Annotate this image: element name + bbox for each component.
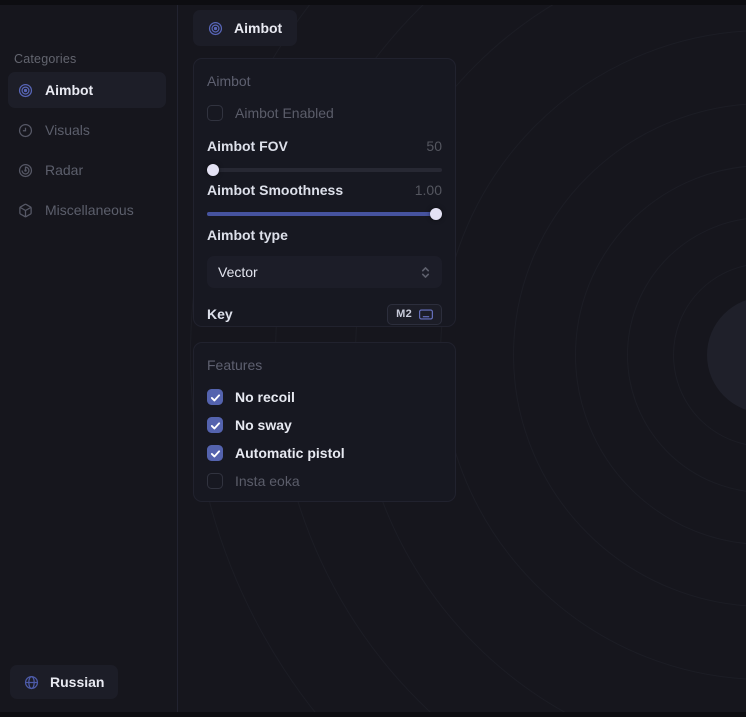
aimbot-smoothness-slider-group: Aimbot Smoothness 1.00 (207, 180, 442, 216)
box-icon (18, 203, 33, 218)
slider-value: 1.00 (415, 182, 442, 198)
smoothness-slider-handle[interactable] (430, 208, 442, 220)
globe-icon (24, 675, 39, 690)
app-window: Categories Aimbot Visuals (0, 0, 746, 717)
tab-label: Aimbot (234, 20, 282, 36)
checkbox-box[interactable] (207, 473, 223, 489)
features-panel: Features No recoil No sway Automatic pis… (193, 342, 456, 502)
slider-label: Aimbot FOV (207, 138, 288, 154)
checkbox-box[interactable] (207, 389, 223, 405)
check-icon (210, 392, 221, 403)
checkbox-label: No sway (235, 417, 292, 433)
fov-slider-handle[interactable] (207, 164, 219, 176)
slider-value: 50 (426, 138, 442, 154)
tab-aimbot[interactable]: Aimbot (193, 10, 297, 46)
checkbox-box[interactable] (207, 417, 223, 433)
aimbot-panel: Aimbot Aimbot Enabled Aimbot FOV 50 (193, 58, 456, 327)
aimbot-enabled-checkbox[interactable]: Aimbot Enabled (207, 103, 442, 123)
feature-checkbox-no-recoil[interactable]: No recoil (207, 387, 442, 407)
checkbox-label: No recoil (235, 389, 295, 405)
feature-checkbox-insta-eoka[interactable]: Insta eoka (207, 471, 442, 491)
target-icon (18, 83, 33, 98)
select-value: Vector (218, 264, 258, 280)
key-binding-button[interactable]: M2 (387, 304, 442, 325)
checkbox-box[interactable] (207, 105, 223, 121)
sidebar-item-label: Miscellaneous (45, 202, 134, 218)
checkbox-label: Automatic pistol (235, 445, 345, 461)
key-binding-row: Key M2 (207, 303, 442, 325)
language-button-label: Russian (50, 674, 104, 690)
sidebar-item-label: Radar (45, 162, 83, 178)
chevron-up-down-icon (420, 266, 431, 279)
sidebar-item-miscellaneous[interactable]: Miscellaneous (8, 192, 166, 228)
checkbox-box[interactable] (207, 445, 223, 461)
panel-title: Features (207, 357, 442, 373)
sidebar-item-aimbot[interactable]: Aimbot (8, 72, 166, 108)
feature-checkbox-no-sway[interactable]: No sway (207, 415, 442, 435)
panel-title: Aimbot (207, 73, 442, 89)
keyboard-icon (419, 309, 433, 320)
aimbot-fov-slider-group: Aimbot FOV 50 (207, 136, 442, 172)
radar-icon (18, 163, 33, 178)
checkbox-label: Aimbot Enabled (235, 105, 334, 121)
categories-heading: Categories (14, 52, 76, 66)
check-icon (210, 448, 221, 459)
checkbox-label: Insta eoka (235, 473, 300, 489)
sidebar-item-label: Visuals (45, 122, 90, 138)
aimbot-type-select[interactable]: Vector (207, 256, 442, 288)
fov-slider[interactable] (207, 168, 442, 172)
key-value: M2 (396, 308, 412, 320)
window-edge-bottom (0, 712, 746, 717)
eye-icon (18, 123, 33, 138)
slider-label: Aimbot Smoothness (207, 182, 343, 198)
sidebar: Categories Aimbot Visuals (0, 0, 178, 717)
feature-checkbox-automatic-pistol[interactable]: Automatic pistol (207, 443, 442, 463)
key-label: Key (207, 306, 233, 322)
category-nav: Aimbot Visuals Radar (8, 72, 166, 232)
aimbot-type-label: Aimbot type (207, 227, 442, 247)
window-edge-top (0, 0, 746, 5)
slider-fill (207, 212, 442, 216)
target-icon (208, 21, 223, 36)
check-icon (210, 420, 221, 431)
sidebar-item-label: Aimbot (45, 82, 93, 98)
sidebar-item-visuals[interactable]: Visuals (8, 112, 166, 148)
language-button[interactable]: Russian (10, 665, 118, 699)
sidebar-item-radar[interactable]: Radar (8, 152, 166, 188)
smoothness-slider[interactable] (207, 212, 442, 216)
